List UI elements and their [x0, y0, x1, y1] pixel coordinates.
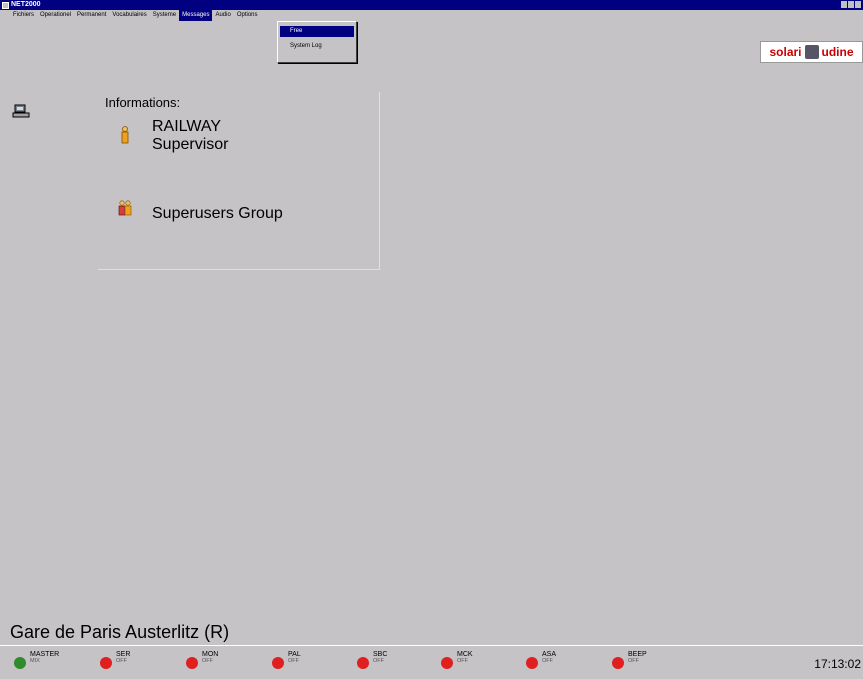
indicator-name: PAL — [288, 651, 301, 658]
indicator-state: OFF — [628, 658, 639, 664]
status-led-icon — [612, 657, 624, 669]
indicator-name: MASTER — [30, 651, 60, 658]
indicator-state: OFF — [373, 658, 384, 664]
menu-audio[interactable]: Audio — [212, 10, 233, 21]
indicator-mon[interactable]: MON OFF — [186, 651, 218, 669]
indicator-name: SER — [116, 651, 131, 658]
status-led-icon — [526, 657, 538, 669]
clock: 17:13:02 — [814, 657, 861, 671]
indicator-state: OFF — [202, 658, 213, 664]
window-title: NET2000 — [11, 1, 41, 8]
indicator-pal[interactable]: PAL OFF — [272, 651, 301, 669]
dropdown-item-free[interactable]: Free — [280, 26, 354, 37]
indicator-name: MCK — [457, 651, 473, 658]
indicator-sbc[interactable]: SBC OFF — [357, 651, 387, 669]
maximize-button[interactable] — [848, 1, 854, 8]
title-bar: NET2000 — [0, 0, 863, 10]
indicator-master[interactable]: MASTER MIX — [14, 651, 59, 669]
menu-permanent[interactable]: Permanent — [74, 10, 109, 21]
group-name: Superusers Group — [152, 205, 283, 222]
status-led-icon — [14, 657, 26, 669]
menu-bar: Fichiers Operationel Permanent Vocabulai… — [0, 10, 863, 21]
status-led-icon — [441, 657, 453, 669]
menu-systeme[interactable]: Systeme — [150, 10, 179, 21]
indicator-name: ASA — [542, 651, 557, 658]
menu-options[interactable]: Options — [234, 10, 261, 21]
indicator-name: BEEP — [628, 651, 647, 658]
indicator-asa[interactable]: ASA OFF — [526, 651, 556, 669]
pc-icon[interactable] — [12, 104, 30, 118]
indicator-mck[interactable]: MCK OFF — [441, 651, 473, 669]
indicator-state: MIX — [30, 658, 40, 664]
info-title: Informations: — [105, 95, 181, 110]
info-panel: Informations: RAILWAY Supervisor Superus… — [98, 92, 380, 270]
menu-vocabulaires[interactable]: Vocabulaires — [109, 10, 149, 21]
minimize-button[interactable] — [841, 1, 847, 8]
logo-text-left: solari — [769, 45, 802, 59]
solari-udine-logo: solari udine — [760, 41, 863, 63]
indicator-beep[interactable]: BEEP OFF — [612, 651, 647, 669]
indicator-state: OFF — [116, 658, 127, 664]
indicator-name: SBC — [373, 651, 388, 658]
status-bar: MASTER MIX SER OFF MON OFF PAL OFF SBC O… — [0, 645, 863, 679]
status-led-icon — [272, 657, 284, 669]
indicator-name: MON — [202, 651, 219, 658]
menu-fichiers[interactable]: Fichiers — [10, 10, 37, 21]
messages-dropdown: Free System Log — [277, 21, 357, 63]
indicator-state: OFF — [457, 658, 468, 664]
indicator-ser[interactable]: SER OFF — [100, 651, 130, 669]
indicator-state: OFF — [542, 658, 553, 664]
station-name: Gare de Paris Austerlitz (R) — [10, 622, 230, 642]
menu-messages[interactable]: Messages — [179, 10, 213, 21]
user-name-line1: RAILWAY — [152, 118, 222, 135]
status-led-icon — [100, 657, 112, 669]
indicator-state: OFF — [288, 658, 299, 664]
user-icon — [121, 126, 129, 144]
window-controls — [841, 1, 861, 8]
status-led-icon — [357, 657, 369, 669]
menu-operationel[interactable]: Operationel — [37, 10, 74, 21]
logo-text-right: udine — [821, 45, 854, 59]
user-name: RAILWAY Supervisor — [152, 118, 228, 154]
group-icon — [118, 200, 132, 216]
dropdown-item-system-log[interactable]: System Log — [280, 41, 354, 52]
user-name-line2: Supervisor — [152, 136, 229, 153]
app-icon[interactable] — [2, 1, 9, 9]
close-button[interactable] — [855, 1, 861, 8]
status-led-icon — [186, 657, 198, 669]
logo-mark-icon — [804, 45, 819, 59]
